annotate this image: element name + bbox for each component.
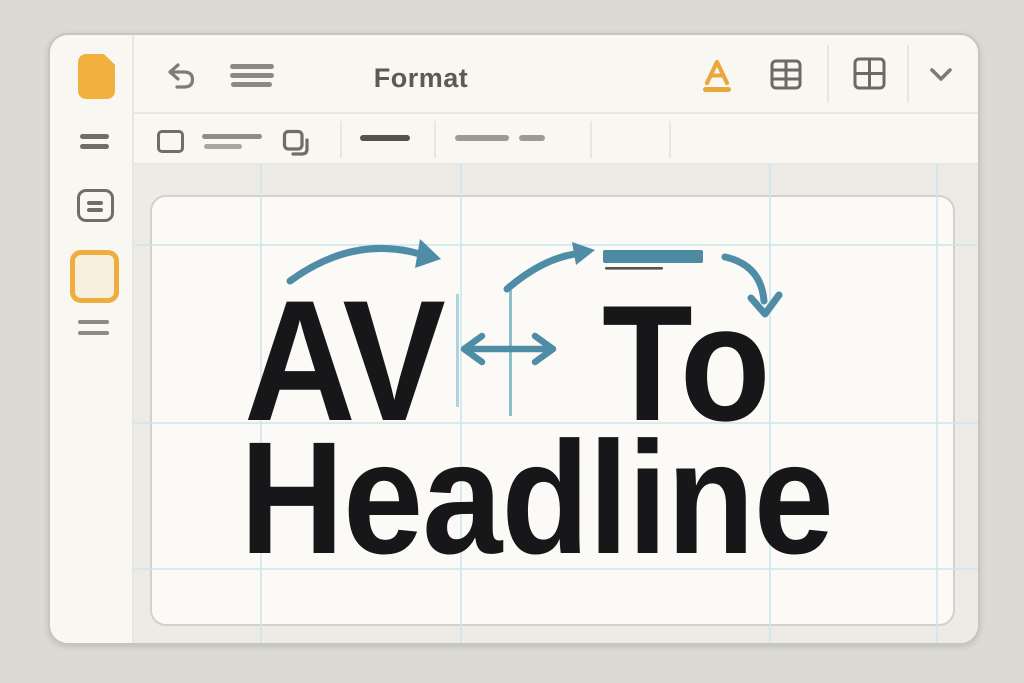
table-button[interactable] (770, 59, 802, 90)
page-thumbnail-button[interactable] (77, 189, 114, 222)
toolbar-title: Format (356, 63, 486, 94)
align-lines-icon (80, 134, 109, 139)
document-card[interactable] (150, 195, 955, 626)
format-bar-divider (340, 121, 342, 158)
toolbar-divider (827, 45, 829, 103)
stroke-dark-swatch[interactable] (360, 135, 410, 141)
chevron-down-icon (928, 66, 954, 84)
expand-toolbar-button[interactable] (928, 66, 954, 84)
grid-2x2-icon (853, 57, 886, 90)
spacing-cursor-guide-right (509, 290, 512, 416)
menu-button[interactable] (230, 64, 274, 87)
main-toolbar: Format (50, 35, 978, 114)
text-color-icon (700, 56, 734, 94)
duplicate-icon (282, 129, 312, 158)
stroke-light-long-swatch[interactable] (455, 135, 509, 141)
sidebar-text-lines-button[interactable] (78, 320, 109, 335)
text-lines-button[interactable] (202, 134, 264, 150)
undo-icon (165, 60, 197, 93)
format-bar (50, 114, 978, 165)
grid-line-horizontal (134, 422, 980, 424)
left-sidebar (50, 35, 134, 643)
format-bar-divider (434, 121, 436, 158)
document-icon[interactable] (78, 54, 115, 99)
shape-rect-button[interactable] (157, 130, 184, 153)
grid-line-vertical (936, 165, 938, 645)
page-thumbnail-icon (87, 201, 103, 205)
undo-button[interactable] (165, 60, 197, 93)
menu-icon (230, 64, 274, 69)
color-swatch-selected[interactable] (70, 250, 119, 303)
grid-line-vertical (460, 165, 462, 645)
grid-layout-button[interactable] (853, 57, 886, 90)
spacing-cursor-guide-left (456, 294, 459, 407)
grid-line-horizontal (50, 568, 980, 570)
sidebar-text-lines-icon (78, 320, 109, 324)
duplicate-button[interactable] (282, 129, 312, 158)
toolbar-divider (907, 45, 909, 103)
stroke-light-short-swatch[interactable] (519, 135, 545, 141)
format-bar-divider (669, 121, 671, 158)
text-lines-icon (202, 134, 262, 139)
grid-line-vertical (260, 165, 262, 645)
app-window: AV To Headline (48, 33, 980, 645)
table-icon (770, 59, 802, 90)
align-lines-button[interactable] (80, 134, 109, 150)
format-bar-divider (590, 121, 592, 158)
grid-line-vertical (769, 165, 771, 645)
grid-line-horizontal (134, 244, 980, 246)
text-color-button[interactable] (700, 56, 734, 94)
